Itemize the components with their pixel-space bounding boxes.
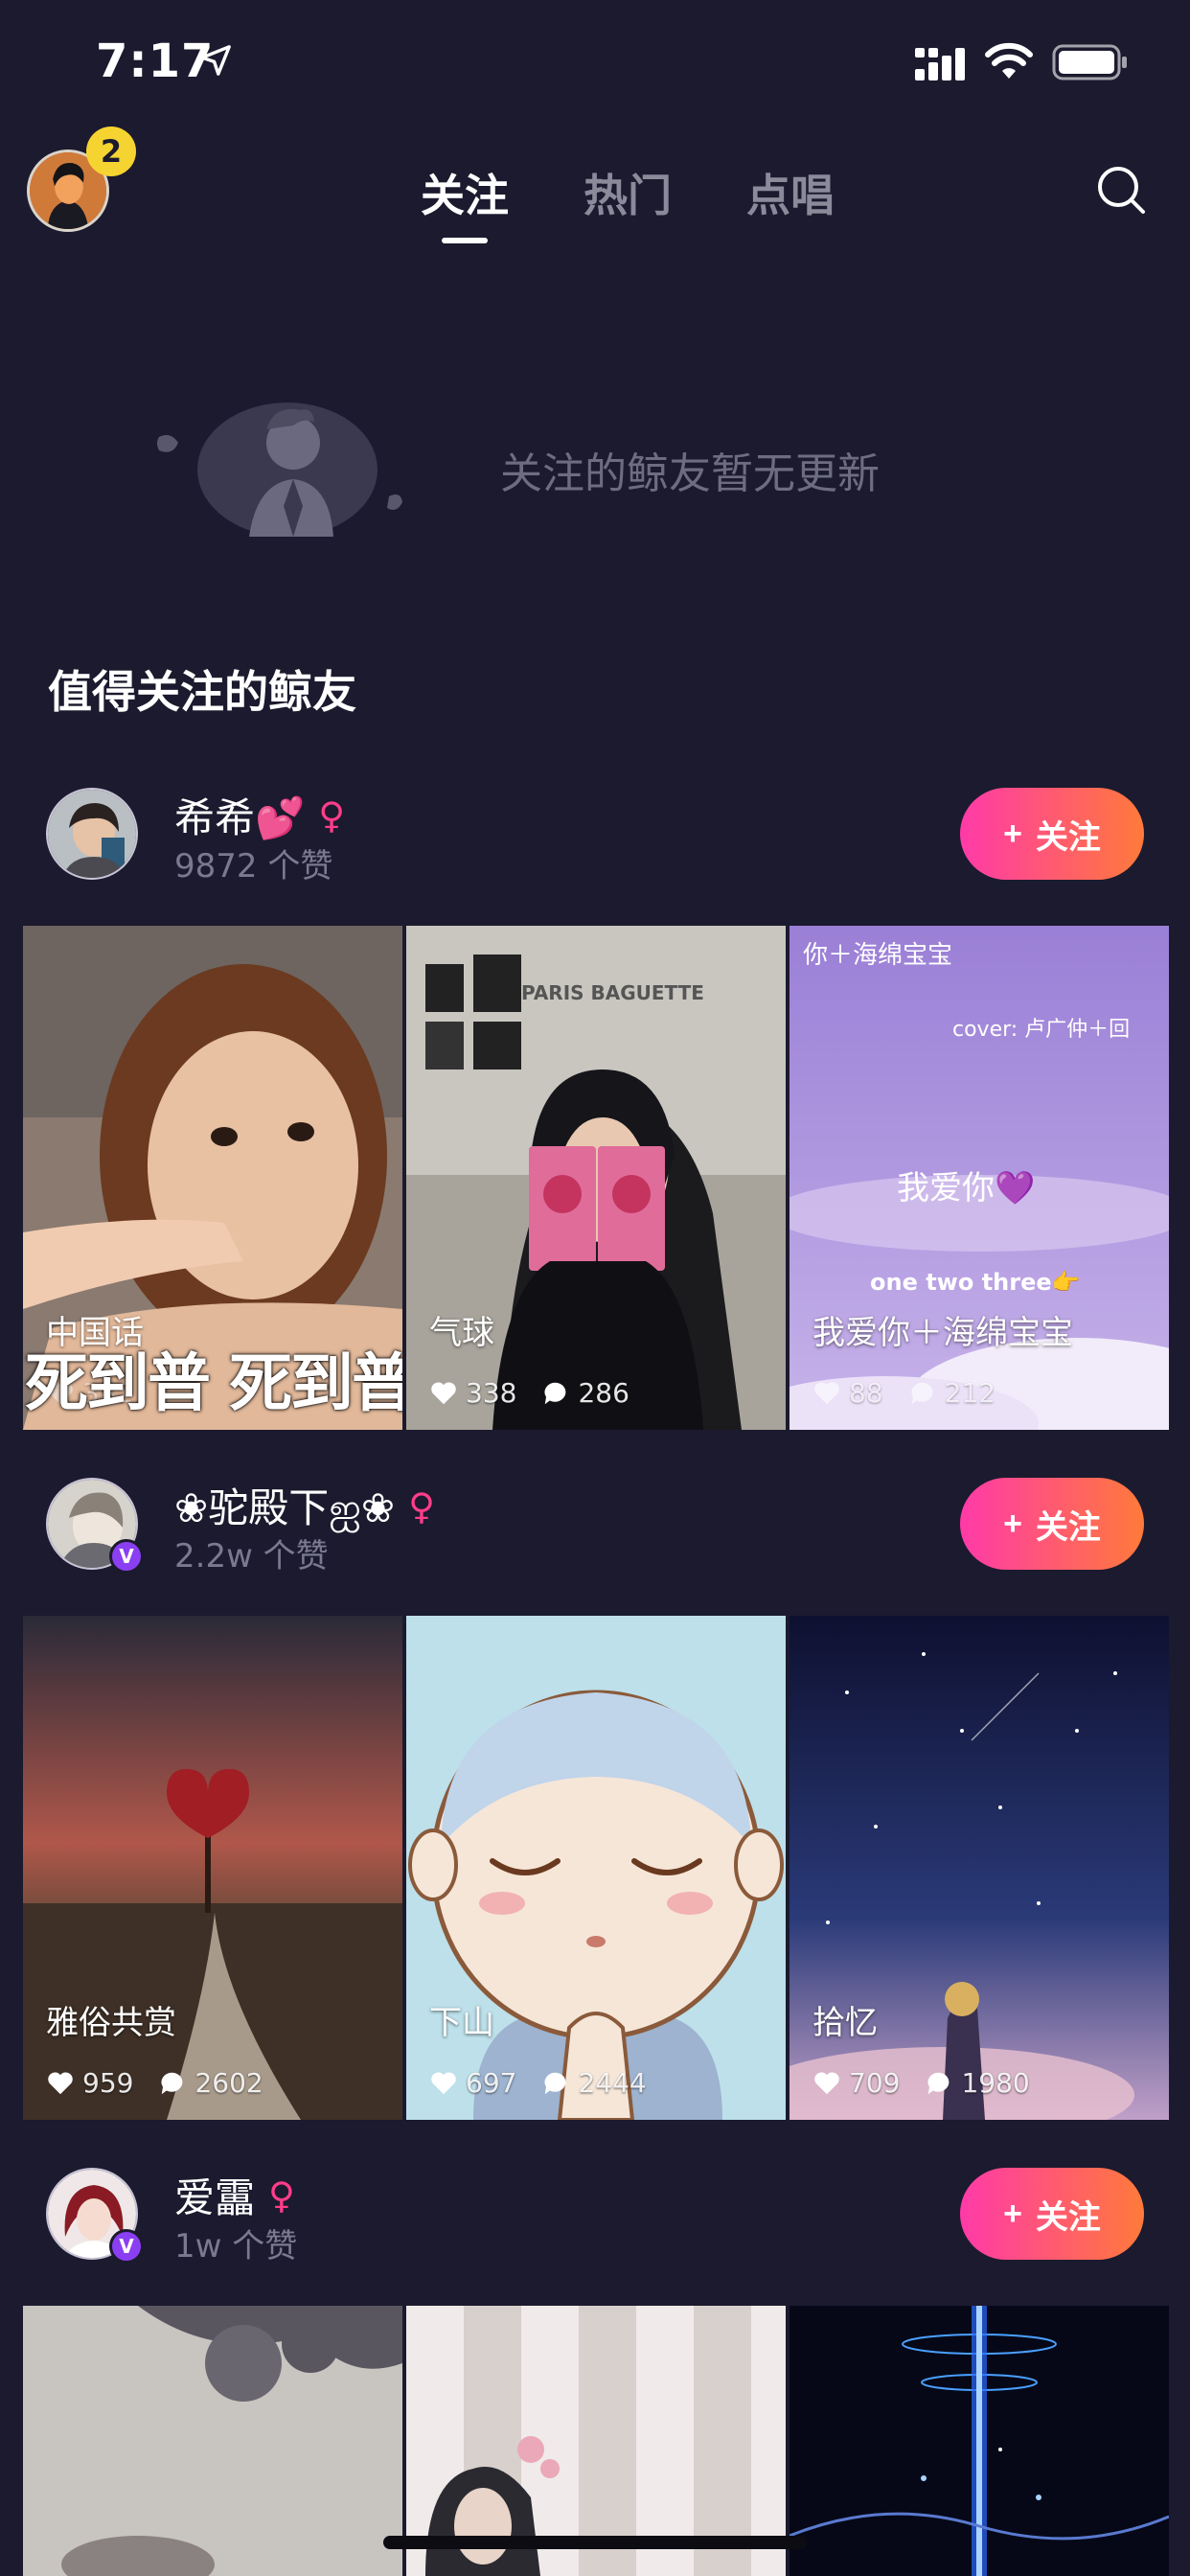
video-title: 雅俗共赏 (46, 2004, 176, 2042)
video-caption: 我爱你💜 (897, 1169, 1036, 1208)
user-name[interactable]: 爱靁 ♀ (174, 2166, 295, 2224)
video-cover (790, 1616, 1169, 2120)
video-comments: 286 (578, 1377, 629, 1409)
user-name-text: 爱靁 (174, 2174, 256, 2221)
female-icon: ♀ (408, 1485, 435, 1528)
video-card[interactable]: PARIS BAGUETTE 气球 338 286 (406, 926, 786, 1430)
video-caption: 你＋海绵宝宝 (803, 941, 953, 970)
follow-button[interactable]: + 关注 (960, 2168, 1144, 2260)
video-thumbnails: 中国话 382 死到普 死到普 PARIS BAGUETTE 气球 338 28… (23, 926, 1169, 1430)
empty-state-illustration (157, 402, 402, 537)
search-icon[interactable] (1096, 165, 1146, 215)
location-arrow-icon (200, 45, 231, 76)
comment-icon (544, 2072, 566, 2094)
user-name[interactable]: ❀驼殿下ஐ❀ ♀ (174, 1476, 435, 1537)
user-name[interactable]: 希希💕 ♀ (174, 786, 345, 844)
video-likes: 959 (82, 2067, 134, 2099)
user-likes: 9872 个赞 (174, 847, 333, 886)
user-likes: 1w 个赞 (174, 2227, 298, 2266)
female-icon: ♀ (268, 2174, 295, 2217)
user-avatar[interactable]: V (46, 1478, 144, 1574)
comment-icon (927, 2072, 950, 2094)
cellular-signal-icon (915, 48, 965, 80)
status-time: 7:17 (96, 34, 215, 88)
video-title: 气球 (429, 1314, 494, 1352)
video-cover (406, 1616, 786, 2120)
notification-badge: 2 (86, 126, 136, 176)
status-bar: 7:17 (0, 0, 1190, 134)
video-card[interactable]: 雅俗共赏 959 2602 (23, 1616, 402, 2120)
follow-button-label: 关注 (1035, 2198, 1101, 2236)
video-card[interactable]: 中国话 382 死到普 死到普 (23, 926, 402, 1430)
follow-button[interactable]: + 关注 (960, 788, 1144, 880)
video-card[interactable]: 你＋海绵宝宝 cover: 卢广仲＋回 我爱你💜 one two three👉 … (790, 926, 1169, 1430)
video-title: 下山 (429, 2004, 494, 2042)
video-comments: 2602 (195, 2067, 263, 2099)
video-stats: 709 1980 (812, 2067, 1030, 2099)
tab-hot[interactable]: 热门 (546, 161, 709, 224)
video-card[interactable] (790, 2306, 1169, 2576)
follow-button-label: 关注 (1035, 818, 1101, 856)
video-cover (23, 2306, 402, 2576)
user-likes: 2.2w 个赞 (174, 1537, 329, 1576)
follow-button-label: 关注 (1035, 1508, 1101, 1546)
comment-icon (911, 1382, 933, 1404)
wifi-icon (985, 42, 1033, 79)
video-likes: 338 (466, 1377, 517, 1409)
video-stats: 88 212 (812, 1377, 995, 1409)
battery-icon (1052, 44, 1127, 80)
video-cover (790, 2306, 1169, 2576)
user-avatar[interactable]: V (46, 2168, 144, 2264)
video-caption: cover: 卢广仲＋回 (952, 1018, 1131, 1042)
tab-request-song[interactable]: 点唱 (709, 161, 872, 224)
video-cover (23, 1616, 402, 2120)
video-comments: 1980 (961, 2067, 1030, 2099)
video-thumbnails: 雅俗共赏 959 2602 下山 697 2444 拾忆 709 1980 (23, 1616, 1169, 2120)
verified-badge-icon: V (109, 2229, 144, 2264)
video-overlay-text: 死到普 死到普 (25, 1346, 402, 1420)
video-caption: one two three👉 (870, 1269, 1081, 1296)
video-title: 我爱你＋海绵宝宝 (812, 1314, 1073, 1352)
section-title: 值得关注的鲸友 (48, 666, 356, 718)
video-stats: 959 2602 (46, 2067, 263, 2099)
video-card[interactable]: 拾忆 709 1980 (790, 1616, 1169, 2120)
plus-icon: + (1003, 2195, 1022, 2232)
video-stats: 697 2444 (429, 2067, 647, 2099)
video-card[interactable]: 下山 697 2444 (406, 1616, 786, 2120)
home-indicator[interactable] (383, 2536, 807, 2549)
heart-icon (431, 1382, 456, 1404)
video-likes: 697 (466, 2067, 517, 2099)
heart-icon (814, 1382, 839, 1404)
heart-icon (814, 2072, 839, 2094)
tab-following[interactable]: 关注 (383, 161, 546, 243)
video-stats: 338 286 (429, 1377, 629, 1409)
video-title: 拾忆 (812, 2004, 878, 2042)
comment-icon (544, 1382, 566, 1404)
plus-icon: + (1003, 1505, 1022, 1542)
female-icon: ♀ (318, 794, 346, 837)
user-name-text: ❀驼殿下ஐ❀ (174, 1484, 396, 1531)
video-likes: 88 (849, 1377, 883, 1409)
user-name-text: 希希💕 (174, 794, 306, 841)
top-tabs: 关注 热门 点唱 (383, 161, 872, 243)
plus-icon: + (1003, 815, 1022, 852)
follow-button[interactable]: + 关注 (960, 1478, 1144, 1570)
heart-icon (431, 2072, 456, 2094)
video-likes: 709 (849, 2067, 901, 2099)
video-comments: 212 (944, 1377, 996, 1409)
video-caption: PARIS BAGUETTE (521, 981, 704, 1004)
comment-icon (161, 2072, 183, 2094)
verified-badge-icon: V (109, 1539, 144, 1574)
user-avatar[interactable] (46, 788, 138, 880)
heart-icon (48, 2072, 73, 2094)
empty-state-message: 关注的鲸友暂无更新 (500, 449, 880, 498)
video-card[interactable] (23, 2306, 402, 2576)
video-comments: 2444 (578, 2067, 647, 2099)
